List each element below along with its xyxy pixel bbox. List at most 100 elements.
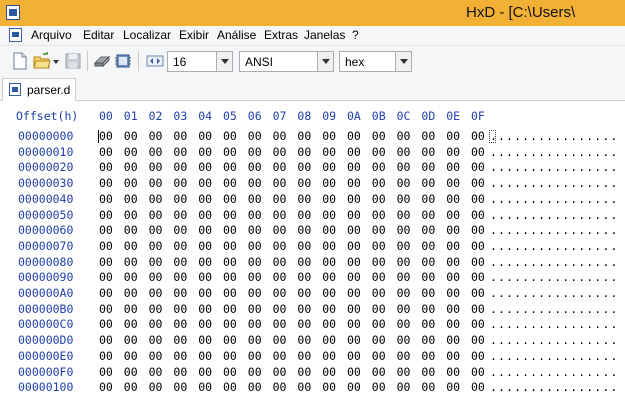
hex-byte[interactable]: 00 bbox=[248, 160, 262, 174]
hex-byte[interactable]: 00 bbox=[173, 176, 187, 190]
hex-byte[interactable]: 00 bbox=[173, 302, 187, 316]
text-column-row[interactable]: ................ bbox=[490, 255, 618, 269]
hex-byte[interactable]: 00 bbox=[471, 129, 485, 143]
hex-byte[interactable]: 00 bbox=[421, 239, 435, 253]
hex-byte[interactable]: 00 bbox=[421, 223, 435, 237]
chevron-down-icon[interactable] bbox=[395, 52, 411, 71]
hex-byte[interactable]: 00 bbox=[124, 349, 138, 363]
hex-byte[interactable]: 00 bbox=[471, 286, 485, 300]
hex-byte[interactable]: 00 bbox=[322, 208, 336, 222]
hex-byte[interactable]: 00 bbox=[173, 365, 187, 379]
hex-byte[interactable]: 00 bbox=[124, 129, 138, 143]
hex-byte[interactable]: 00 bbox=[223, 302, 237, 316]
hex-byte[interactable]: 00 bbox=[421, 270, 435, 284]
hex-byte[interactable]: 00 bbox=[297, 333, 311, 347]
hex-byte[interactable]: 00 bbox=[124, 333, 138, 347]
hex-byte[interactable]: 00 bbox=[347, 270, 361, 284]
hex-byte[interactable]: 00 bbox=[99, 270, 113, 284]
hex-byte[interactable]: 00 bbox=[99, 208, 113, 222]
hex-byte[interactable]: 00 bbox=[149, 302, 163, 316]
hex-byte[interactable]: 00 bbox=[347, 176, 361, 190]
hex-byte[interactable]: 00 bbox=[248, 349, 262, 363]
hex-byte[interactable]: 00 bbox=[273, 365, 287, 379]
hex-byte[interactable]: 00 bbox=[149, 365, 163, 379]
menu-help[interactable]: ? bbox=[352, 28, 359, 42]
hex-byte[interactable]: 00 bbox=[173, 129, 187, 143]
hex-byte[interactable]: 00 bbox=[248, 333, 262, 347]
hex-byte[interactable]: 00 bbox=[372, 129, 386, 143]
hex-byte[interactable]: 00 bbox=[297, 160, 311, 174]
hex-byte[interactable]: 00 bbox=[248, 208, 262, 222]
menu-localizar[interactable]: Localizar bbox=[123, 28, 171, 42]
hex-byte[interactable]: 00 bbox=[149, 317, 163, 331]
hex-byte[interactable]: 00 bbox=[297, 176, 311, 190]
hex-byte[interactable]: 00 bbox=[347, 302, 361, 316]
hex-byte[interactable]: 00 bbox=[223, 380, 237, 394]
save-icon[interactable] bbox=[64, 52, 82, 70]
text-column-row[interactable]: ................ bbox=[490, 192, 618, 206]
hex-byte[interactable]: 00 bbox=[173, 255, 187, 269]
hex-byte[interactable]: 00 bbox=[421, 192, 435, 206]
hex-byte[interactable]: 00 bbox=[124, 302, 138, 316]
hex-byte[interactable]: 00 bbox=[421, 286, 435, 300]
hex-byte[interactable]: 00 bbox=[471, 160, 485, 174]
hex-byte[interactable]: 00 bbox=[223, 239, 237, 253]
hex-byte[interactable]: 00 bbox=[322, 286, 336, 300]
hex-byte[interactable]: 00 bbox=[421, 333, 435, 347]
hex-byte[interactable]: 00 bbox=[248, 365, 262, 379]
hex-byte[interactable]: 00 bbox=[372, 160, 386, 174]
hex-byte[interactable]: 00 bbox=[297, 192, 311, 206]
hex-byte[interactable]: 00 bbox=[347, 349, 361, 363]
hex-byte[interactable]: 00 bbox=[297, 380, 311, 394]
hex-byte[interactable]: 00 bbox=[248, 270, 262, 284]
hex-byte[interactable]: 00 bbox=[347, 208, 361, 222]
hex-byte[interactable]: 00 bbox=[124, 255, 138, 269]
hex-byte[interactable]: 00 bbox=[149, 176, 163, 190]
hex-byte[interactable]: 00 bbox=[446, 333, 460, 347]
hex-byte[interactable]: 00 bbox=[446, 270, 460, 284]
hex-byte[interactable]: 00 bbox=[173, 286, 187, 300]
hex-byte[interactable]: 00 bbox=[471, 239, 485, 253]
hex-byte[interactable]: 00 bbox=[173, 270, 187, 284]
hex-byte[interactable]: 00 bbox=[397, 176, 411, 190]
hex-byte[interactable]: 00 bbox=[297, 223, 311, 237]
hex-byte[interactable]: 00 bbox=[471, 208, 485, 222]
hex-byte[interactable]: 00 bbox=[99, 317, 113, 331]
hex-byte[interactable]: 00 bbox=[99, 223, 113, 237]
hex-byte[interactable]: 00 bbox=[471, 380, 485, 394]
hex-byte[interactable]: 00 bbox=[347, 380, 361, 394]
hex-byte[interactable]: 00 bbox=[397, 223, 411, 237]
hex-byte[interactable]: 00 bbox=[297, 349, 311, 363]
hex-byte[interactable]: 00 bbox=[173, 208, 187, 222]
menu-analise[interactable]: Análise bbox=[217, 28, 256, 42]
hex-byte[interactable]: 00 bbox=[223, 160, 237, 174]
hex-byte[interactable]: 00 bbox=[372, 380, 386, 394]
hex-byte[interactable]: 00 bbox=[273, 380, 287, 394]
hex-byte[interactable]: 00 bbox=[149, 286, 163, 300]
hex-byte[interactable]: 00 bbox=[198, 239, 212, 253]
hex-byte[interactable]: 00 bbox=[471, 302, 485, 316]
hex-byte[interactable]: 00 bbox=[124, 380, 138, 394]
text-column-row[interactable]: ................ bbox=[490, 239, 618, 253]
hex-byte[interactable]: 00 bbox=[273, 286, 287, 300]
hex-byte[interactable]: 00 bbox=[273, 302, 287, 316]
text-column-row[interactable]: ................ bbox=[490, 160, 618, 174]
hex-byte[interactable]: 00 bbox=[273, 145, 287, 159]
hex-byte[interactable]: 00 bbox=[421, 349, 435, 363]
hex-byte[interactable]: 00 bbox=[99, 160, 113, 174]
hex-byte[interactable]: 00 bbox=[297, 270, 311, 284]
title-bar[interactable]: HxD - [C:\Users\ bbox=[0, 0, 625, 26]
hex-byte[interactable]: 00 bbox=[273, 223, 287, 237]
hex-byte[interactable]: 00 bbox=[124, 270, 138, 284]
hex-byte[interactable]: 00 bbox=[397, 349, 411, 363]
hex-byte[interactable]: 00 bbox=[322, 129, 336, 143]
text-column-row[interactable]: ................ bbox=[490, 333, 618, 347]
hex-byte[interactable]: 00 bbox=[397, 255, 411, 269]
tab-parser-d[interactable]: parser.d bbox=[2, 78, 76, 101]
hex-byte[interactable]: 00 bbox=[397, 302, 411, 316]
hex-byte[interactable]: 00 bbox=[372, 176, 386, 190]
hex-byte[interactable]: 00 bbox=[322, 365, 336, 379]
hex-byte[interactable]: 00 bbox=[446, 380, 460, 394]
hex-byte[interactable]: 00 bbox=[173, 192, 187, 206]
offset-base-select[interactable]: hex bbox=[339, 51, 412, 72]
